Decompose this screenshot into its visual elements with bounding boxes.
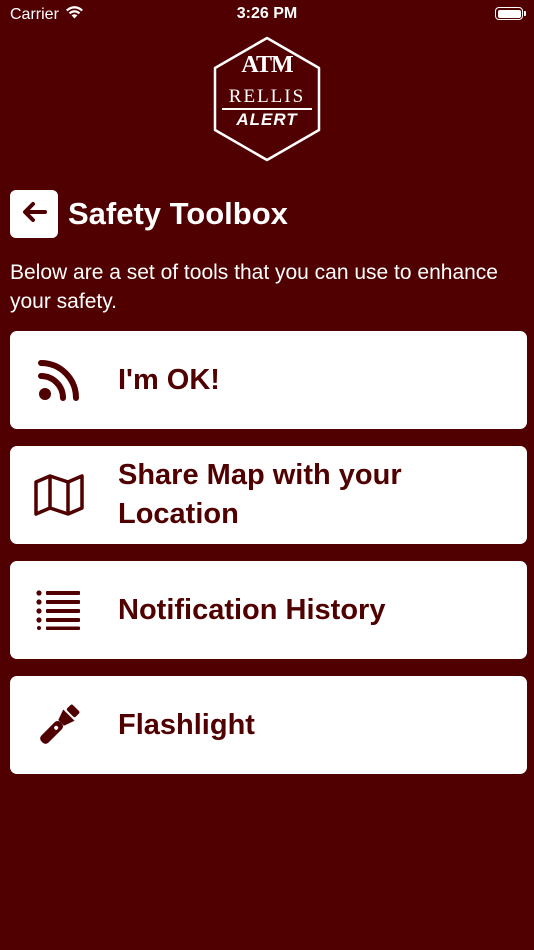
notification-history-button[interactable]: Notification History <box>10 561 527 659</box>
intro-text: Below are a set of tools that you can us… <box>10 261 498 313</box>
battery-level <box>497 9 521 18</box>
status-bar: Carrier 3:26 PM <box>0 0 534 30</box>
share-map-button[interactable]: Share Map with your Location <box>10 446 527 544</box>
im-ok-label: I'm OK! <box>118 363 220 396</box>
page-title: Safety Toolbox <box>68 196 288 231</box>
battery-icon <box>495 7 526 20</box>
logo-name: RELLIS <box>228 86 306 107</box>
arrow-left-icon <box>20 200 48 229</box>
map-icon <box>34 470 84 520</box>
logo-tagline: ALERT <box>236 110 298 129</box>
status-time: 3:26 PM <box>236 5 298 22</box>
notification-history-label: Notification History <box>118 593 386 626</box>
flashlight-button[interactable]: Flashlight <box>10 676 527 774</box>
share-map-label: Share Map with your Location <box>118 459 402 530</box>
logo-monogram: ATM <box>241 52 293 78</box>
rss-icon <box>34 355 84 405</box>
flashlight-label: Flashlight <box>118 708 255 741</box>
back-button[interactable] <box>10 190 58 238</box>
im-ok-button[interactable]: I'm OK! <box>10 331 527 429</box>
list-icon <box>34 585 84 635</box>
rellis-alert-logo: ATM RELLIS ALERT <box>212 36 322 162</box>
flashlight-icon <box>34 700 84 750</box>
